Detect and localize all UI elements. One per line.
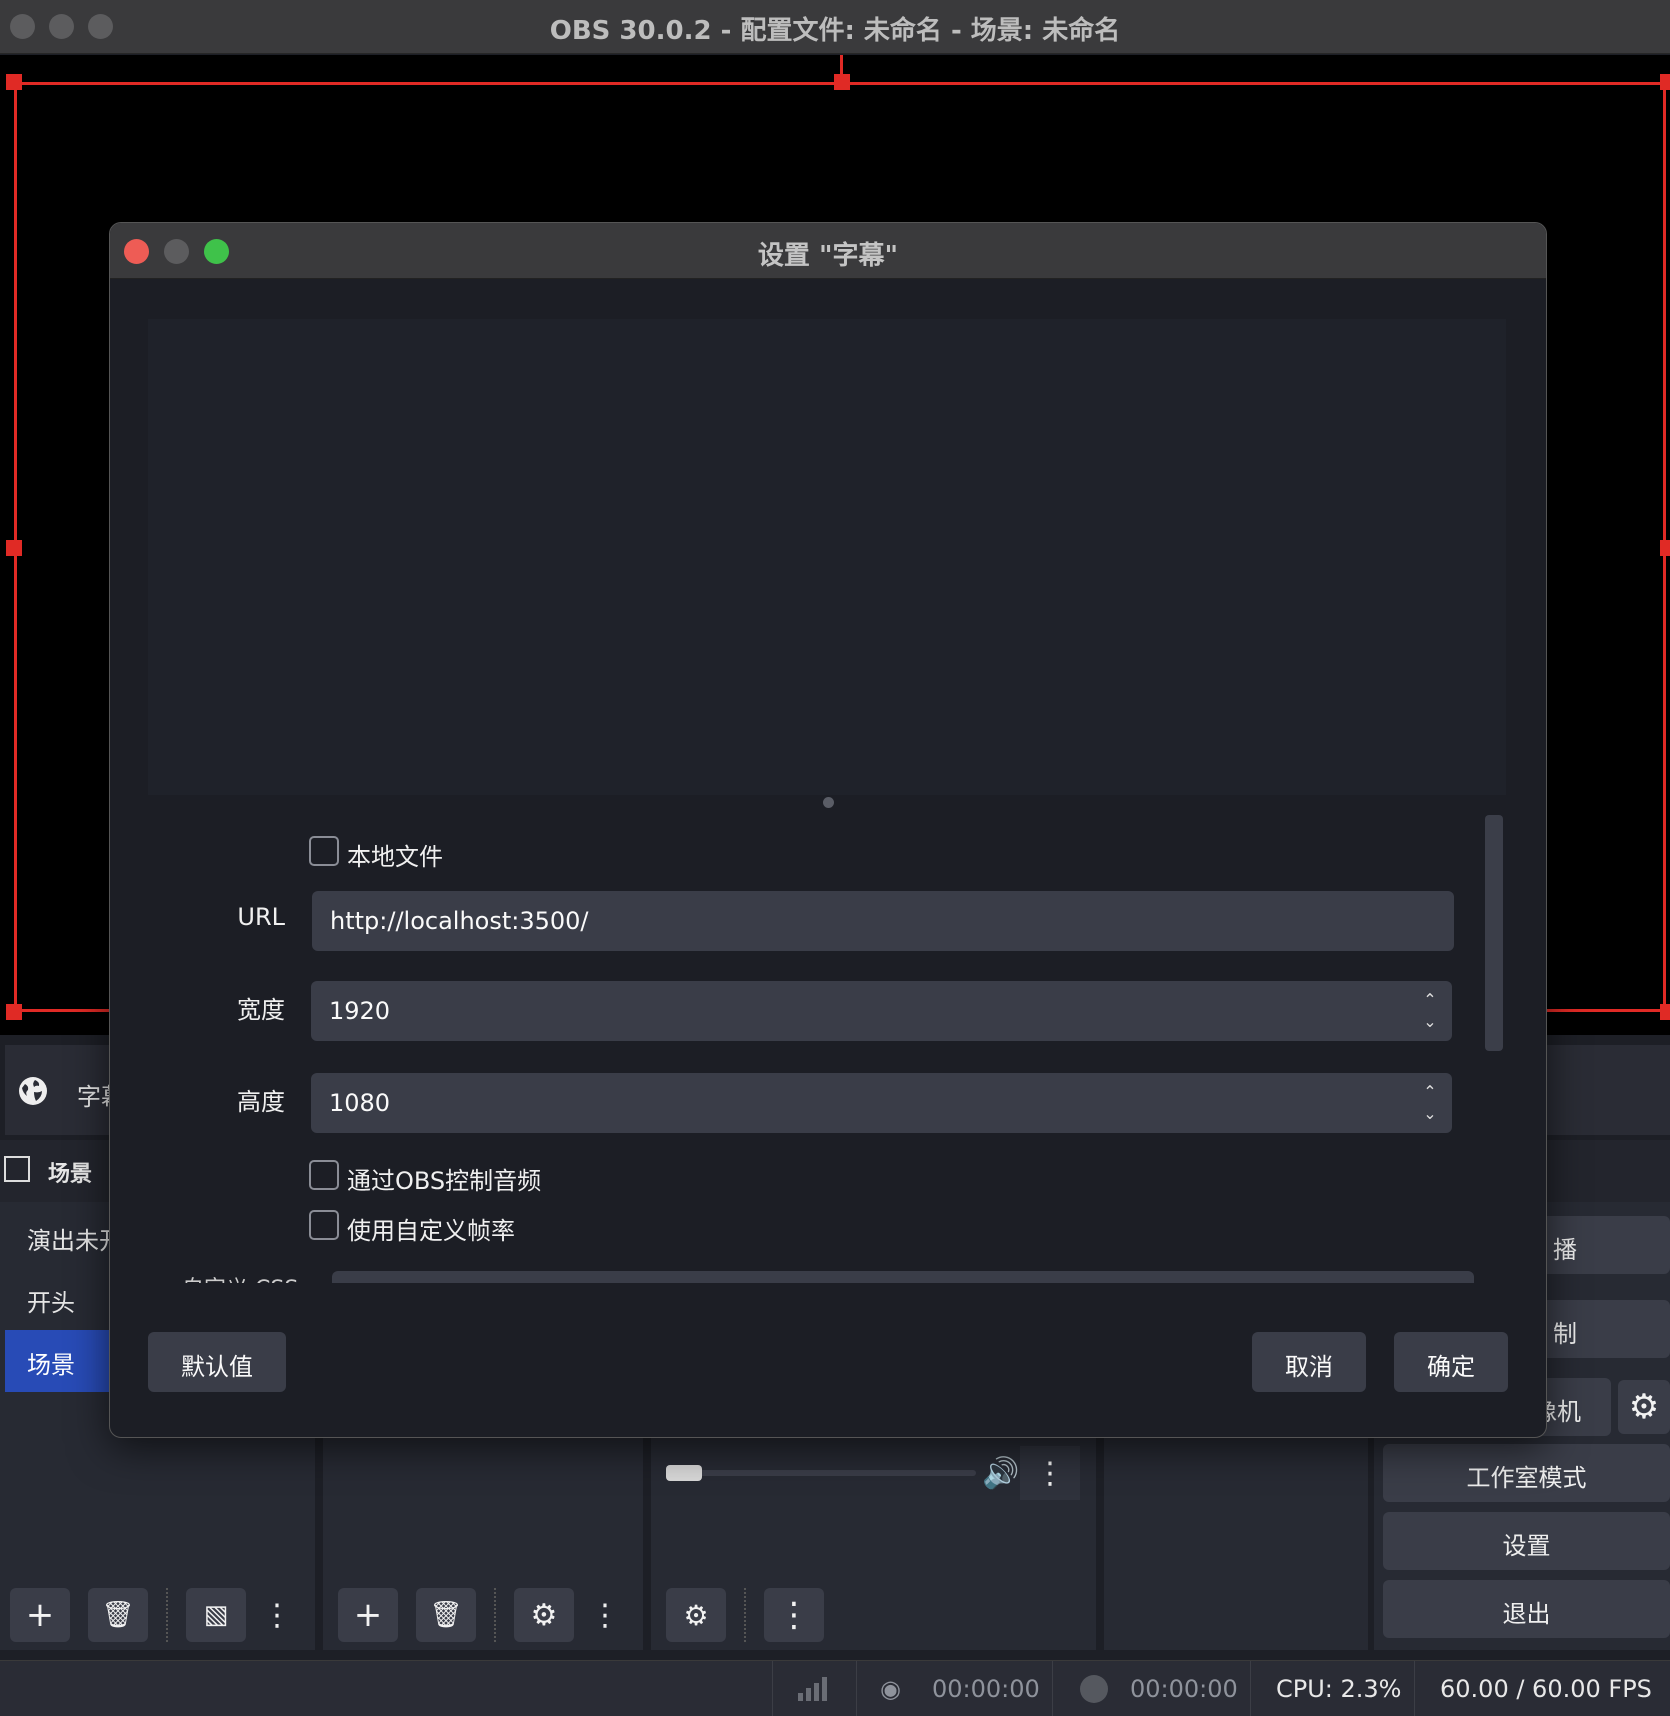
source-properties-gear-icon[interactable]: ⚙ — [514, 1588, 574, 1642]
local-file-checkbox[interactable] — [309, 836, 339, 866]
resize-handle-top-right[interactable] — [1660, 74, 1670, 90]
cpu-usage: CPU: 2.3% — [1276, 1675, 1402, 1703]
height-spinbox[interactable]: 1080 ⌃ ⌄ — [311, 1073, 1452, 1133]
main-titlebar: OBS 30.0.2 - 配置文件: 未命名 - 场景: 未命名 — [0, 0, 1670, 54]
window-title: OBS 30.0.2 - 配置文件: 未命名 - 场景: 未命名 — [549, 16, 1121, 46]
resize-handle-middle-right[interactable] — [1660, 540, 1670, 556]
splitter-handle[interactable] — [823, 797, 834, 808]
resize-handle-bottom-left[interactable] — [6, 1004, 22, 1020]
exit-button[interactable]: 退出 — [1383, 1580, 1670, 1638]
add-source-plus-icon[interactable]: + — [338, 1588, 398, 1642]
ok-button[interactable]: 确定 — [1394, 1332, 1508, 1392]
url-input[interactable]: http://localhost:3500/ — [312, 891, 1454, 951]
audio-mixer-kebab-icon[interactable]: ⋮ — [764, 1588, 824, 1642]
properties-dialog: 设置 "字幕" 本地文件 URL http://localhost:3500/ … — [109, 222, 1547, 1438]
scenes-dock-title: 场景 — [48, 1162, 93, 1187]
dialog-title: 设置 "字幕" — [757, 241, 899, 271]
width-value: 1920 — [329, 997, 391, 1025]
status-bar: ◉ 00:00:00 00:00:00 CPU: 2.3% 60.00 / 60… — [0, 1660, 1670, 1716]
url-label: URL — [237, 903, 285, 931]
spin-arrows-icon[interactable]: ⌃ ⌄ — [1420, 989, 1440, 1033]
resize-handle-top-center[interactable] — [834, 74, 850, 90]
width-spinbox[interactable]: 1920 ⌃ ⌄ — [311, 981, 1452, 1041]
resize-handle-bottom-right[interactable] — [1660, 1004, 1670, 1020]
speaker-volume-icon[interactable]: 🔊 — [982, 1456, 1019, 1491]
add-scene-plus-icon[interactable]: + — [10, 1588, 70, 1642]
dialog-titlebar: 设置 "字幕" — [110, 223, 1546, 279]
volume-slider-handle[interactable] — [666, 1465, 702, 1481]
properties-scrollbar[interactable] — [1485, 815, 1503, 1051]
virtual-camera-settings-gear-icon[interactable]: ⚙ — [1618, 1380, 1670, 1434]
defaults-button[interactable]: 默认值 — [148, 1332, 286, 1392]
height-label: 高度 — [237, 1088, 285, 1116]
resize-handle-middle-left[interactable] — [6, 540, 22, 556]
network-signal-icon — [798, 1677, 827, 1701]
toolbar-separator — [494, 1588, 496, 1642]
studio-mode-button[interactable]: 工作室模式 — [1383, 1444, 1670, 1502]
recording-status-icon — [1080, 1675, 1108, 1703]
remove-source-trash-icon[interactable]: 🗑 — [416, 1588, 476, 1642]
custom-css-label: 自定义 CSS — [182, 1271, 298, 1283]
advanced-audio-gears-icon[interactable]: ⚙ — [666, 1588, 726, 1642]
source-preview — [148, 319, 1506, 795]
scene-filters-icon[interactable]: ▧ — [186, 1588, 246, 1642]
audio-options-kebab-icon[interactable]: ⋮ — [1020, 1446, 1080, 1500]
stream-timer: 00:00:00 — [932, 1675, 1040, 1703]
custom-fps-label: 使用自定义帧率 — [347, 1217, 515, 1245]
custom-css-textarea[interactable] — [332, 1271, 1474, 1283]
toolbar-separator — [744, 1588, 746, 1642]
scenes-icon — [4, 1156, 30, 1182]
record-timer: 00:00:00 — [1130, 1675, 1238, 1703]
settings-button[interactable]: 设置 — [1383, 1512, 1670, 1570]
spin-arrows-icon[interactable]: ⌃ ⌄ — [1420, 1081, 1440, 1125]
height-value: 1080 — [329, 1089, 391, 1117]
width-label: 宽度 — [237, 996, 285, 1024]
resize-handle-top-left[interactable] — [6, 74, 22, 90]
remove-scene-trash-icon[interactable]: 🗑 — [88, 1588, 148, 1642]
toolbar-separator — [166, 1588, 168, 1642]
fps-counter: 60.00 / 60.00 FPS — [1440, 1675, 1652, 1703]
control-audio-label: 通过OBS控制音频 — [347, 1167, 542, 1195]
source-options-kebab-icon[interactable]: ⋮ — [590, 1588, 620, 1642]
streaming-status-icon: ◉ — [880, 1675, 901, 1703]
custom-css-row-clipped: 自定义 CSS — [148, 1263, 1506, 1283]
control-audio-checkbox[interactable] — [309, 1160, 339, 1190]
scene-options-kebab-icon[interactable]: ⋮ — [262, 1588, 292, 1642]
volume-slider-track[interactable] — [666, 1470, 976, 1476]
cancel-button[interactable]: 取消 — [1252, 1332, 1366, 1392]
browser-source-globe-icon — [19, 1077, 47, 1105]
custom-fps-checkbox[interactable] — [309, 1210, 339, 1240]
local-file-label: 本地文件 — [347, 843, 443, 871]
